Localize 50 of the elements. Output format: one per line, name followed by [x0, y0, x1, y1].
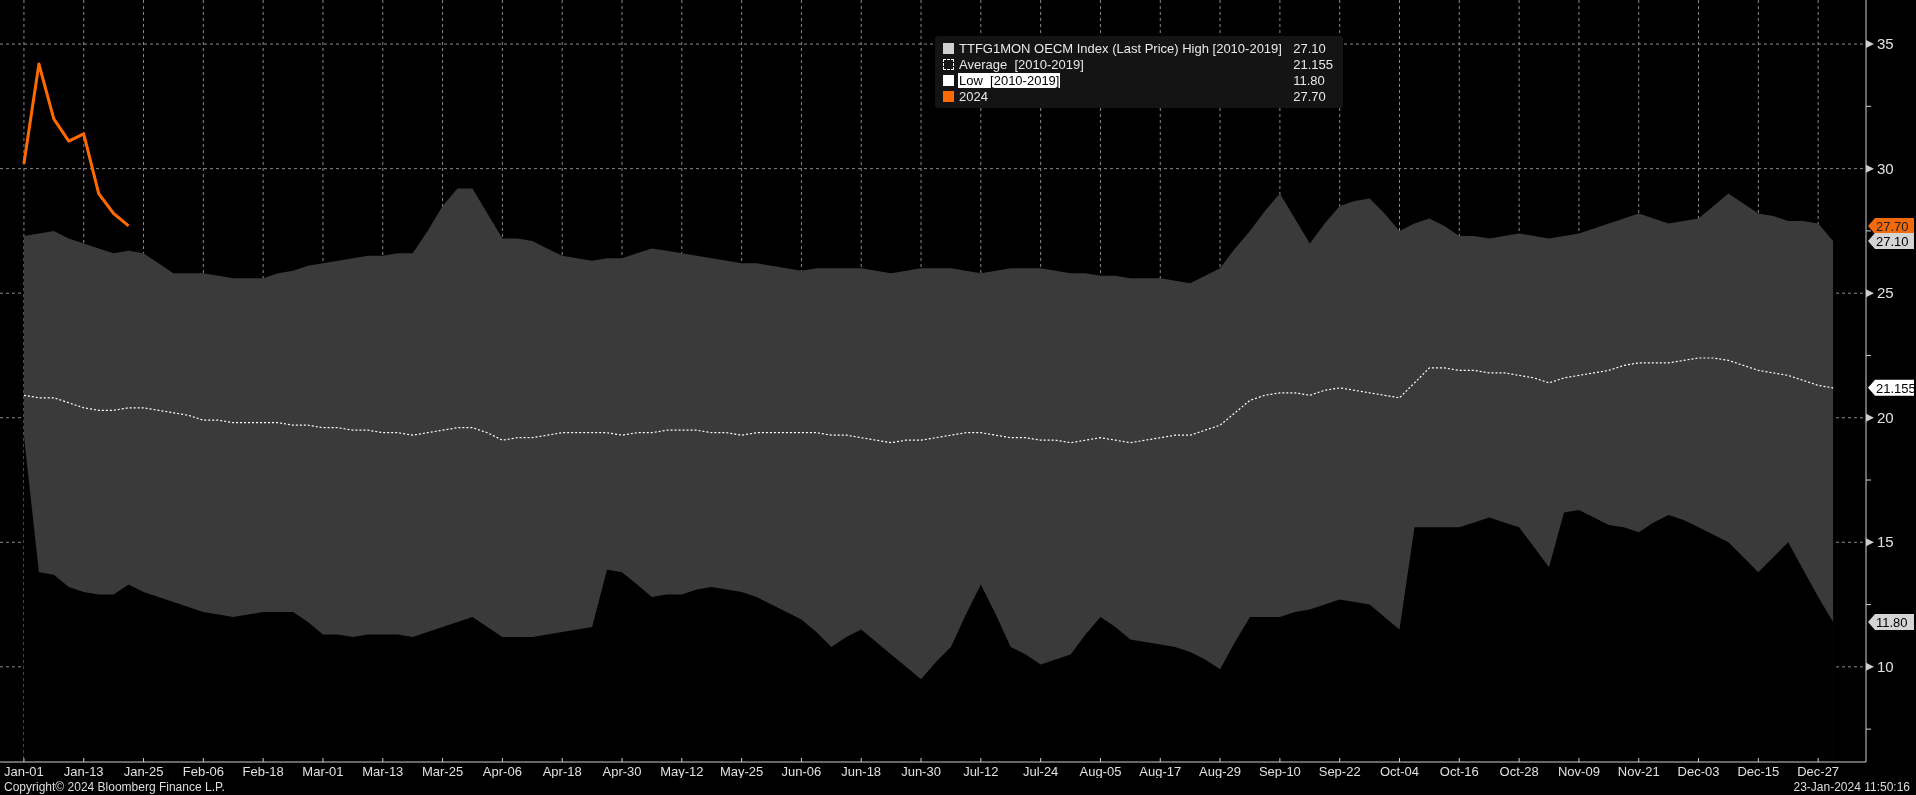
- x-axis-label: Jul-12: [963, 764, 999, 778]
- x-axis-label: Dec-03: [1677, 764, 1720, 778]
- x-axis-label: Sep-10: [1258, 764, 1301, 778]
- x-axis-label: Aug-29: [1199, 764, 1242, 778]
- y-axis-label: 20: [1877, 408, 1894, 426]
- x-axis-label: Oct-28: [1499, 764, 1539, 778]
- x-axis-label: Jun-30: [901, 764, 941, 778]
- legend-value: 27.10: [1293, 41, 1327, 56]
- legend-label: Average [2010-2019]: [958, 57, 1085, 72]
- legend-label: TTFG1MON OECM Index (Last Price) High [2010-2019]: [958, 41, 1283, 56]
- price-tag: 11.80: [1868, 614, 1914, 630]
- copyright-text: Copyright© 2024 Bloomberg Finance L.P.: [4, 779, 225, 794]
- x-axis-label: Dec-15: [1737, 764, 1780, 778]
- x-axis-label: Feb-06: [182, 764, 224, 778]
- x-axis-label: Oct-04: [1380, 764, 1419, 778]
- x-axis-label: Jan-25: [123, 764, 164, 778]
- y-axis-label: 30: [1877, 159, 1894, 177]
- x-axis-label: Aug-17: [1139, 764, 1182, 778]
- x-axis-label: Jan-13: [63, 764, 104, 778]
- legend-value: 27.70: [1293, 89, 1327, 104]
- x-axis-label: May-25: [719, 764, 764, 778]
- x-axis-label: Mar-01: [302, 764, 344, 778]
- y-axis-label: 35: [1877, 35, 1894, 53]
- x-axis-label: Jan-01: [4, 764, 44, 778]
- timestamp-text: 23-Jan-2024 11:50:16: [1793, 779, 1910, 794]
- x-axis-label: Oct-16: [1439, 764, 1479, 778]
- x-axis-label: Apr-06: [482, 764, 522, 778]
- x-axis-label: Nov-21: [1617, 764, 1660, 778]
- legend-value: 21.155: [1293, 57, 1333, 72]
- x-axis-label: Aug-05: [1079, 764, 1122, 778]
- x-axis-label: May-12: [660, 764, 704, 778]
- x-axis-label: Apr-18: [542, 764, 582, 778]
- y-axis-label: 25: [1877, 284, 1894, 302]
- price-tag: 27.70: [1868, 217, 1914, 234]
- x-axis-label: Jun-06: [781, 764, 822, 778]
- y-axis-label: 10: [1877, 657, 1894, 675]
- x-axis-label: Jul-24: [1022, 764, 1059, 778]
- x-axis-label: Nov-09: [1557, 764, 1600, 778]
- legend-label: Low [2010-2019]: [958, 73, 1061, 88]
- y-axis-label: 15: [1877, 533, 1894, 551]
- legend-label: 2024: [958, 89, 989, 104]
- x-axis-label: Mar-25: [422, 764, 464, 778]
- x-axis-label: Dec-27: [1797, 764, 1840, 778]
- legend-value: 11.80: [1293, 73, 1326, 88]
- x-axis-label: Sep-22: [1318, 764, 1361, 778]
- price-tag: 21.155: [1868, 379, 1916, 396]
- x-axis-label: Feb-18: [242, 764, 284, 778]
- x-axis-label: Mar-13: [362, 764, 404, 778]
- x-axis-label: Jun-18: [841, 764, 882, 778]
- x-axis-label: Apr-30: [602, 764, 642, 778]
